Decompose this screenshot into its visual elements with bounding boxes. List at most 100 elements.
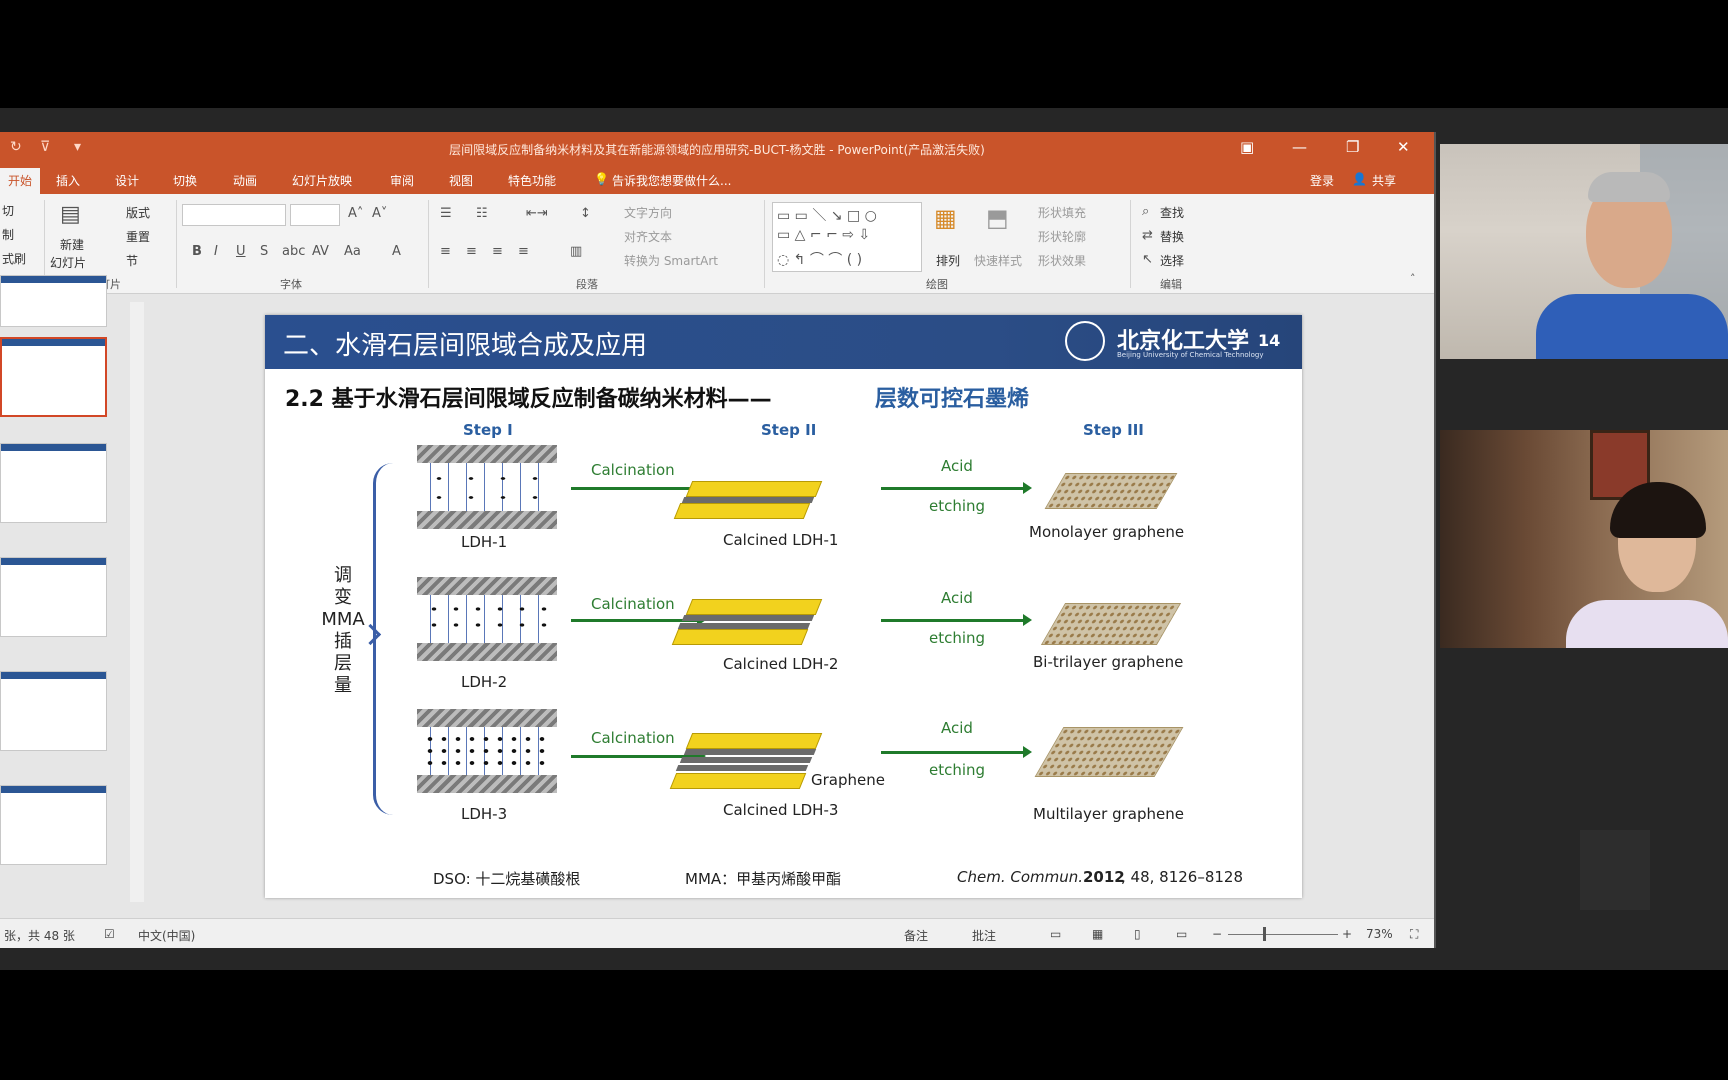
slide-thumbnail-selected[interactable] [0, 337, 107, 417]
zoom-out-icon[interactable]: − [1212, 927, 1222, 941]
slide-thumbnail[interactable] [0, 785, 107, 865]
tab-review[interactable]: 审阅 [390, 172, 414, 189]
shape-outline-button[interactable]: 形状轮廓 [1038, 228, 1086, 245]
tab-insert[interactable]: 插入 [56, 172, 80, 189]
calcined-ldh-2-layer [681, 615, 815, 621]
numbering-icon[interactable]: ☷ [476, 206, 488, 221]
new-slide-label[interactable]: 新建 [60, 236, 84, 253]
zoom-slider-thumb[interactable] [1263, 927, 1266, 941]
reset-button[interactable]: 重置 [126, 228, 150, 245]
legend-mma: MMA：甲基丙烯酸甲酯 [685, 870, 842, 888]
slide-sorter-icon[interactable]: ▦ [1092, 927, 1103, 941]
select-button[interactable]: 选择 [1160, 252, 1184, 269]
replace-button[interactable]: 替换 [1160, 228, 1184, 245]
find-button[interactable]: 查找 [1160, 204, 1184, 221]
format-painter-button[interactable]: 式刷 [2, 250, 26, 267]
font-name-box[interactable] [182, 204, 286, 226]
shapes-gallery[interactable]: ▭ ▭ ＼ ↘ □ ○ ▭ △ ⌐ ⌐ ⇨ ⇩ ◌ ↰ ⌒ ⌒ ( ) [772, 202, 922, 272]
spelling-icon[interactable]: ☑ [104, 927, 115, 941]
find-icon[interactable]: ⌕ [1142, 204, 1149, 219]
shrink-font-icon[interactable]: A˅ [372, 206, 387, 221]
slideshow-icon[interactable]: ▭ [1176, 927, 1187, 941]
cut-button[interactable]: 切 [2, 202, 14, 219]
new-slide-icon[interactable]: ▤ [60, 202, 81, 227]
tab-design[interactable]: 设计 [115, 172, 139, 189]
tab-transitions[interactable]: 切换 [173, 172, 197, 189]
product-label-2: Bi-trilayer graphene [1033, 653, 1184, 671]
reading-view-icon[interactable]: ▯ [1134, 927, 1141, 941]
slide-thumbnail[interactable] [0, 557, 107, 637]
shape-effects-button[interactable]: 形状效果 [1038, 252, 1086, 269]
line-spacing-icon[interactable]: ↕ [580, 206, 591, 221]
columns-icon[interactable]: ▥ [570, 244, 582, 259]
slide-header-title: 二、水滑石层间限域合成及应用 [283, 331, 648, 361]
spacing-icon[interactable]: AV [312, 244, 329, 259]
tab-home[interactable]: 开始 [0, 168, 41, 194]
slide-thumbnail[interactable] [0, 275, 107, 327]
quick-styles-button[interactable]: 快速样式 [974, 252, 1022, 269]
select-icon[interactable]: ↖ [1142, 252, 1153, 267]
participant-video-2[interactable] [1440, 430, 1728, 648]
align-text-button[interactable]: 对齐文本 [624, 228, 672, 245]
section-button[interactable]: 节 [126, 252, 138, 269]
justify-icon[interactable]: ≡ [518, 244, 529, 259]
comments-button[interactable]: 批注 [972, 927, 996, 944]
bold-icon[interactable]: B [192, 244, 202, 259]
font-color-icon[interactable]: A [392, 244, 401, 259]
replace-icon[interactable]: ⇄ [1142, 228, 1153, 243]
participant-video-1[interactable] [1440, 144, 1728, 359]
notes-button[interactable]: 备注 [904, 927, 928, 944]
layout-button[interactable]: 版式 [126, 204, 150, 221]
slide-thumbnail[interactable] [0, 671, 107, 751]
signin-link[interactable]: 登录 [1310, 172, 1334, 189]
minimize-icon[interactable]: — [1292, 138, 1307, 156]
normal-view-icon[interactable]: ▭ [1050, 927, 1061, 941]
tab-special[interactable]: 特色功能 [508, 172, 556, 189]
tab-slideshow[interactable]: 幻灯片放映 [292, 172, 352, 189]
arrange-button[interactable]: 排列 [936, 252, 960, 269]
grow-font-icon[interactable]: A˄ [348, 206, 363, 221]
participant-hair [1588, 172, 1670, 202]
zoom-slider[interactable] [1228, 934, 1338, 935]
font-group-label: 字体 [280, 278, 302, 291]
align-left-icon[interactable]: ≡ [440, 244, 451, 259]
indent-icon[interactable]: ⇤⇥ [526, 206, 548, 221]
align-right-icon[interactable]: ≡ [492, 244, 503, 259]
smartart-button[interactable]: 转换为 SmartArt [624, 252, 718, 269]
ribbon-display-icon[interactable]: ▣ [1240, 138, 1254, 156]
tab-animations[interactable]: 动画 [233, 172, 257, 189]
underline-icon[interactable]: U [236, 244, 246, 259]
tell-me-box[interactable]: 告诉我您想要做什么... [612, 172, 731, 189]
italic-icon[interactable]: I [214, 244, 218, 259]
restore-icon[interactable]: ❐ [1346, 138, 1359, 156]
zoom-in-icon[interactable]: + [1342, 927, 1352, 941]
text-direction-button[interactable]: 文字方向 [624, 204, 672, 221]
ribbon-tabs: 开始 插入 设计 切换 动画 幻灯片放映 审阅 视图 特色功能 💡 告诉我您想要… [0, 166, 1434, 194]
collapse-ribbon-icon[interactable]: ˄ [1410, 272, 1416, 285]
thumbnail-scrollbar[interactable] [130, 302, 144, 902]
bullets-icon[interactable]: ☰ [440, 206, 452, 221]
slide-canvas[interactable]: 二、水滑石层间限域合成及应用 北京化工大学 Beijing University… [265, 315, 1302, 898]
quick-styles-icon[interactable]: ⬒ [986, 204, 1009, 232]
share-button[interactable]: 共享 [1372, 172, 1396, 189]
calcined-ldh-2-layer [685, 599, 823, 615]
strikethrough-icon[interactable]: abc [282, 244, 305, 259]
language-label[interactable]: 中文(中国) [138, 927, 195, 944]
calcination-label-3: Calcination [591, 729, 675, 747]
tab-view[interactable]: 视图 [449, 172, 473, 189]
calcined-ldh-3-layer [679, 757, 813, 763]
shape-fill-button[interactable]: 形状填充 [1038, 204, 1086, 221]
font-size-box[interactable] [290, 204, 340, 226]
fit-slide-icon[interactable]: ⛶ [1410, 927, 1418, 942]
change-case-icon[interactable]: Aa [344, 244, 361, 259]
slide-thumbnail[interactable] [0, 443, 107, 523]
align-center-icon[interactable]: ≡ [466, 244, 477, 259]
etching-label-3: etching [929, 761, 986, 779]
new-slide-label-2[interactable]: 幻灯片 [50, 254, 86, 271]
close-icon[interactable]: ✕ [1397, 138, 1410, 156]
shadow-icon[interactable]: S [260, 244, 268, 259]
copy-button[interactable]: 制 [2, 226, 14, 243]
ldh-3-structure [417, 709, 557, 793]
zoom-level[interactable]: 73% [1366, 927, 1393, 941]
arrange-icon[interactable]: ▦ [934, 204, 957, 232]
